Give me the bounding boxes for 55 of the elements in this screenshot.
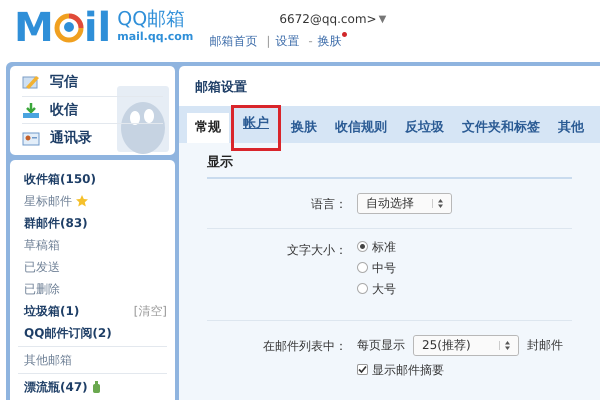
folder-link[interactable]: 群邮件(83) bbox=[24, 214, 88, 232]
setting-text: 每页显示 bbox=[357, 337, 405, 354]
folder-link[interactable]: 漂流瓶(47) bbox=[24, 378, 88, 396]
nav-separator: | bbox=[266, 33, 270, 50]
radio-label: 中号 bbox=[372, 260, 396, 276]
bottle-icon bbox=[92, 381, 101, 393]
folder-link[interactable]: 已删除 bbox=[24, 280, 60, 298]
settings-tab[interactable]: 常规 bbox=[187, 112, 229, 142]
settings-tab[interactable]: 反垃圾 bbox=[397, 112, 452, 142]
settings-tab[interactable]: 文件夹和标签 bbox=[454, 112, 548, 142]
nav-link[interactable]: 设置 bbox=[275, 32, 304, 50]
radio-label: 大号 bbox=[372, 280, 396, 298]
updown-caret-icon bbox=[438, 198, 443, 208]
brand-name: QQ邮箱 bbox=[117, 10, 186, 29]
folder-link[interactable]: 星标邮件 bbox=[24, 192, 72, 210]
nav-link[interactable]: 邮箱首页 bbox=[209, 32, 262, 50]
folder-link[interactable]: QQ邮件订阅(2) bbox=[24, 324, 112, 342]
radio-button[interactable] bbox=[357, 262, 368, 273]
setting-label: 语言： bbox=[311, 196, 347, 210]
radio-button[interactable] bbox=[357, 241, 368, 252]
empty-trash-link[interactable]: [清空] bbox=[134, 302, 167, 320]
radio-label: 标准 bbox=[372, 238, 396, 256]
action-link[interactable]: 写信 bbox=[50, 72, 78, 93]
dropdown-select[interactable]: 自动选择 bbox=[357, 192, 452, 214]
section-heading: 显示 bbox=[207, 154, 233, 170]
download-tray-icon bbox=[22, 102, 40, 119]
setting-label: 在邮件列表中： bbox=[263, 338, 347, 352]
folder-link[interactable]: 已发送 bbox=[24, 258, 60, 276]
dropdown-select[interactable]: 25(推荐) bbox=[413, 334, 519, 356]
radio-button[interactable] bbox=[357, 283, 368, 294]
account-address: 6672@qq.com> bbox=[279, 11, 377, 28]
account-dropdown[interactable]: ▼ bbox=[378, 12, 386, 26]
mail-logo: M il bbox=[14, 6, 112, 50]
folder-link[interactable]: 其他邮箱 bbox=[24, 351, 72, 369]
folder-link[interactable]: 收件箱(150) bbox=[24, 170, 96, 188]
panel-title: 邮箱设置 bbox=[194, 79, 248, 97]
setting-text: 封邮件 bbox=[527, 337, 563, 354]
setting-label: 文字大小： bbox=[287, 242, 347, 256]
star-icon bbox=[76, 195, 88, 207]
nav-separator: - bbox=[308, 33, 313, 50]
settings-tab[interactable]: 换肤 bbox=[283, 112, 325, 142]
nav-link[interactable]: 换肤 bbox=[318, 32, 346, 50]
folder-link[interactable]: 垃圾箱(1) bbox=[24, 302, 80, 320]
pencil-paper-icon bbox=[22, 74, 40, 91]
action-link[interactable]: 通讯录 bbox=[50, 128, 92, 149]
contact-card-icon bbox=[22, 130, 40, 147]
settings-tab[interactable]: 帐户 bbox=[231, 104, 281, 150]
folder-link[interactable]: 草稿箱 bbox=[24, 236, 60, 254]
checkbox[interactable] bbox=[357, 364, 368, 375]
checkbox-label: 显示邮件摘要 bbox=[372, 362, 444, 378]
action-link[interactable]: 收信 bbox=[50, 100, 78, 121]
settings-tab[interactable]: 收信规则 bbox=[327, 112, 395, 142]
brand-domain: mail.qq.com bbox=[117, 31, 194, 42]
settings-tab[interactable]: 其他 bbox=[550, 112, 592, 142]
updown-caret-icon bbox=[505, 340, 510, 350]
